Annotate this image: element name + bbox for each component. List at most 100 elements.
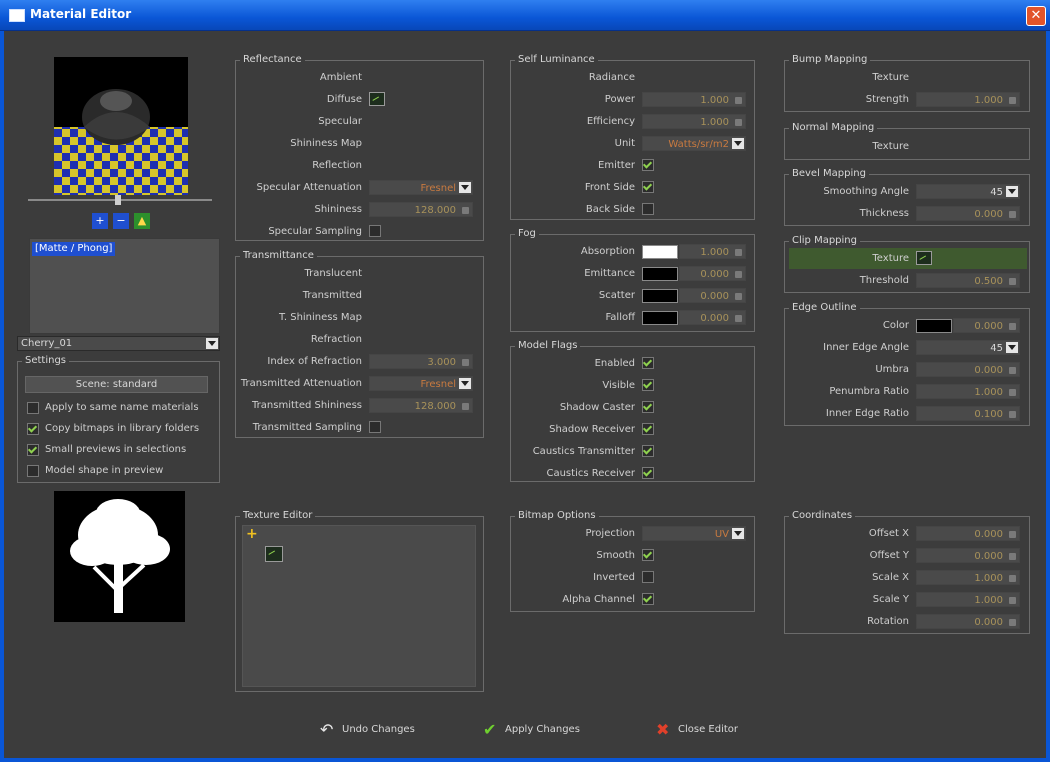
specular-attenuation-dropdown[interactable]: Fresnel [369,180,473,195]
absorption-field[interactable]: 1.000 [679,244,746,259]
smoothing-angle-dropdown[interactable]: 45 [916,184,1020,199]
index-of-refraction-field[interactable]: 3.000 [369,354,473,369]
add-texture-icon[interactable]: + [246,526,258,542]
falloff-color-swatch[interactable] [642,311,678,325]
checkbox[interactable] [27,444,39,456]
checkbox[interactable] [27,465,39,477]
rotation-field[interactable]: 0.000 [916,614,1020,629]
checkbox[interactable] [27,402,39,414]
shadow-receiver-checkbox[interactable] [642,423,654,435]
spinner-icon[interactable] [1009,278,1016,285]
chevron-down-icon[interactable] [459,182,471,193]
scatter-color-swatch[interactable] [642,289,678,303]
edge-color-swatch[interactable] [916,319,952,333]
chevron-down-icon[interactable] [459,378,471,389]
undo-changes-button[interactable]: ↶ Undo Changes [320,720,430,740]
spinner-icon[interactable] [462,359,469,366]
threshold-field[interactable]: 0.500 [916,273,1020,288]
apply-changes-button[interactable]: ✔ Apply Changes [483,720,593,740]
close-editor-button[interactable]: ✖ Close Editor [656,720,756,740]
chevron-down-icon[interactable] [732,528,744,539]
option-small-previews[interactable]: Small previews in selections [27,444,217,458]
window-close-button[interactable]: ✕ [1026,6,1046,26]
spinner-icon[interactable] [1009,553,1016,560]
offset-x-field[interactable]: 0.000 [916,526,1020,541]
shadow-caster-checkbox[interactable] [642,401,654,413]
scene-button[interactable]: Scene: standard [25,376,208,393]
load-icon[interactable]: ▲ [134,213,150,229]
material-name-dropdown[interactable]: Cherry_01 [17,336,220,351]
material-list-item[interactable]: [Matte / Phong] [32,242,116,256]
preview-slider-handle[interactable] [115,195,121,205]
emitter-checkbox[interactable] [642,159,654,171]
checkbox[interactable] [27,423,39,435]
material-list[interactable]: [Matte / Phong] [29,238,220,334]
chevron-down-icon[interactable] [1006,186,1018,197]
spinner-icon[interactable] [735,271,742,278]
penumbra-ratio-field[interactable]: 1.000 [916,384,1020,399]
option-model-shape[interactable]: Model shape in preview [27,465,217,479]
option-copy-bitmaps[interactable]: Copy bitmaps in library folders [27,423,217,437]
option-apply-same-name[interactable]: Apply to same name materials [27,402,217,416]
spinner-icon[interactable] [1009,323,1016,330]
spinner-icon[interactable] [735,119,742,126]
emittance-field[interactable]: 0.000 [679,266,746,281]
zoom-out-icon[interactable]: − [113,213,129,229]
chevron-down-icon[interactable] [732,138,744,149]
caustics-transmitter-checkbox[interactable] [642,445,654,457]
alpha-channel-checkbox[interactable] [642,593,654,605]
spinner-icon[interactable] [1009,211,1016,218]
transmitted-sampling-checkbox[interactable] [369,421,381,433]
projection-dropdown[interactable]: UV [642,526,746,541]
power-field[interactable]: 1.000 [642,92,746,107]
spinner-icon[interactable] [462,207,469,214]
strength-field[interactable]: 1.000 [916,92,1020,107]
spinner-icon[interactable] [1009,575,1016,582]
falloff-field[interactable]: 0.000 [679,310,746,325]
scale-y-field[interactable]: 1.000 [916,592,1020,607]
umbra-field[interactable]: 0.000 [916,362,1020,377]
chevron-down-icon[interactable] [1006,342,1018,353]
spinner-icon[interactable] [1009,367,1016,374]
emittance-label: Emittance [584,268,635,279]
front-side-checkbox[interactable] [642,181,654,193]
unit-dropdown[interactable]: Watts/sr/m2 [642,136,746,151]
transmitted-shininess-field[interactable]: 128.000 [369,398,473,413]
spinner-icon[interactable] [1009,411,1016,418]
inner-edge-angle-dropdown[interactable]: 45 [916,340,1020,355]
transmitted-attenuation-dropdown[interactable]: Fresnel [369,376,473,391]
absorption-color-swatch[interactable] [642,245,678,259]
spinner-icon[interactable] [735,293,742,300]
clip-texture-icon[interactable] [916,251,932,265]
spinner-icon[interactable] [462,403,469,410]
spinner-icon[interactable] [1009,619,1016,626]
enabled-checkbox[interactable] [642,357,654,369]
chevron-down-icon[interactable] [206,338,218,349]
spinner-icon[interactable] [1009,389,1016,396]
texture-editor-canvas[interactable]: + [242,525,476,687]
zoom-in-icon[interactable]: + [92,213,108,229]
emittance-color-swatch[interactable] [642,267,678,281]
scale-x-field[interactable]: 1.000 [916,570,1020,585]
diffuse-texture-icon[interactable] [369,92,385,106]
spinner-icon[interactable] [1009,97,1016,104]
caustics-receiver-checkbox[interactable] [642,467,654,479]
spinner-icon[interactable] [1009,597,1016,604]
spinner-icon[interactable] [735,97,742,104]
specular-sampling-checkbox[interactable] [369,225,381,237]
back-side-checkbox[interactable] [642,203,654,215]
efficiency-field[interactable]: 1.000 [642,114,746,129]
spinner-icon[interactable] [735,315,742,322]
shininess-field[interactable]: 128.000 [369,202,473,217]
spinner-icon[interactable] [1009,531,1016,538]
edge-color-field[interactable]: 0.000 [953,318,1020,333]
inverted-checkbox[interactable] [642,571,654,583]
scatter-field[interactable]: 0.000 [679,288,746,303]
inner-edge-ratio-field[interactable]: 0.100 [916,406,1020,421]
spinner-icon[interactable] [735,249,742,256]
offset-y-field[interactable]: 0.000 [916,548,1020,563]
visible-checkbox[interactable] [642,379,654,391]
smooth-checkbox[interactable] [642,549,654,561]
texture-thumbnail-icon[interactable] [265,546,283,562]
thickness-field[interactable]: 0.000 [916,206,1020,221]
